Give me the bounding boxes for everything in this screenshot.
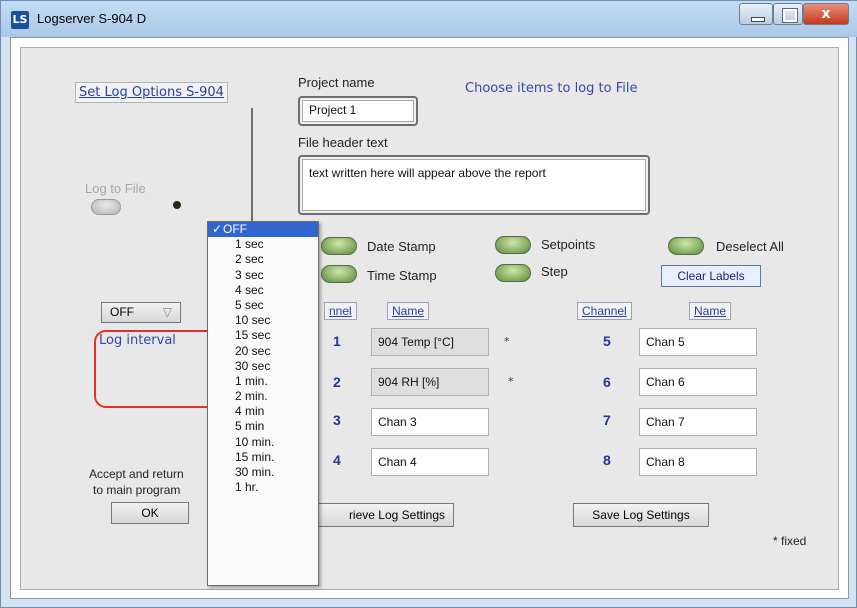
app-icon: LS: [11, 11, 29, 29]
channel-number: 5: [603, 333, 611, 349]
name-header-left: Name: [387, 302, 430, 320]
dropdown-option[interactable]: 15 min.: [208, 450, 318, 465]
project-name-frame: Project 1: [298, 96, 418, 126]
accept-text-line2: to main program: [93, 483, 181, 497]
log-interval-value: OFF: [110, 305, 134, 319]
project-name-input[interactable]: Project 1: [302, 100, 414, 122]
step-toggle[interactable]: [495, 264, 531, 282]
options-area: Set Log Options S-904 Log to File OFF ▽ …: [20, 47, 839, 590]
ok-button[interactable]: OK: [111, 502, 189, 524]
channel-name-field[interactable]: Chan 7: [639, 408, 757, 436]
setpoints-toggle[interactable]: [495, 236, 531, 254]
main-panel: Set Log Options S-904 Log to File OFF ▽ …: [10, 37, 849, 599]
retrieve-log-settings-button[interactable]: rieve Log Settings: [304, 503, 454, 527]
deselect-all-toggle[interactable]: [668, 237, 704, 255]
minimize-button[interactable]: [739, 3, 773, 25]
log-interval-label: Log interval: [99, 333, 176, 348]
date-stamp-toggle[interactable]: [321, 237, 357, 255]
dropdown-option[interactable]: 2 min.: [208, 389, 318, 404]
file-header-frame: text written here will appear above the …: [298, 155, 650, 215]
save-log-settings-button[interactable]: Save Log Settings: [573, 503, 709, 527]
name-header-right: Name: [689, 302, 732, 320]
dropdown-option[interactable]: 5 min: [208, 419, 318, 434]
window-title: Logserver S-904 D: [37, 11, 147, 26]
maximize-icon: [782, 8, 798, 23]
dropdown-option[interactable]: 15 sec: [208, 328, 318, 343]
file-header-label: File header text: [298, 135, 388, 150]
dropdown-option[interactable]: 20 sec: [208, 344, 318, 359]
maximize-button[interactable]: [773, 3, 803, 25]
channel-number: 1: [333, 333, 341, 349]
channel-number: 7: [603, 412, 611, 428]
fixed-note: * fixed: [773, 534, 807, 548]
dropdown-option[interactable]: 3 sec: [208, 268, 318, 283]
dropdown-option[interactable]: 30 sec: [208, 359, 318, 374]
clear-labels-button[interactable]: Clear Labels: [661, 265, 761, 287]
project-name-label: Project name: [298, 75, 375, 90]
channel-name-field[interactable]: Chan 8: [639, 448, 757, 476]
channel-number: 2: [333, 374, 341, 390]
accept-text-line1: Accept and return: [89, 467, 184, 481]
setpoints-label: Setpoints: [541, 237, 596, 252]
step-label: Step: [541, 264, 568, 279]
channel-number: 3: [333, 412, 341, 428]
channel-header-left: nnel: [324, 302, 357, 320]
channel-number: 4: [333, 452, 341, 468]
app-window: LS Logserver S-904 D x Set Log Options S…: [0, 0, 857, 608]
dropdown-option[interactable]: 1 sec: [208, 237, 318, 252]
log-interval-dropdown[interactable]: ✓OFF 1 sec 2 sec 3 sec 4 sec 5 sec 10 se…: [207, 221, 319, 586]
channel-header-right: Channel: [577, 302, 632, 320]
file-header-input[interactable]: text written here will appear above the …: [302, 159, 646, 211]
time-stamp-label: Time Stamp: [367, 268, 437, 283]
log-to-file-led: [173, 201, 181, 209]
channel-name-field[interactable]: Chan 4: [371, 448, 489, 476]
dropdown-option[interactable]: 4 min: [208, 404, 318, 419]
channel-name-field[interactable]: 904 Temp [°C]: [371, 328, 489, 356]
close-icon: x: [821, 6, 831, 22]
channel-number: 6: [603, 374, 611, 390]
close-button[interactable]: x: [803, 3, 849, 25]
dropdown-option[interactable]: 10 sec: [208, 313, 318, 328]
check-icon: ✓: [212, 222, 223, 236]
fixed-marker: *: [504, 335, 510, 348]
channel-name-field[interactable]: Chan 3: [371, 408, 489, 436]
channel-number: 8: [603, 452, 611, 468]
deselect-all-label: Deselect All: [716, 239, 784, 254]
log-interval-select[interactable]: OFF ▽: [101, 302, 181, 323]
choose-items-label: Choose items to log to File: [465, 81, 638, 96]
dropdown-option[interactable]: 4 sec: [208, 283, 318, 298]
dropdown-option[interactable]: 10 min.: [208, 435, 318, 450]
dropdown-option[interactable]: 1 min.: [208, 374, 318, 389]
channel-name-field[interactable]: Chan 6: [639, 368, 757, 396]
dropdown-option[interactable]: 2 sec: [208, 252, 318, 267]
channel-name-field[interactable]: 904 RH [%]: [371, 368, 489, 396]
dropdown-option[interactable]: 1 hr.: [208, 480, 318, 495]
dropdown-option[interactable]: 5 sec: [208, 298, 318, 313]
minimize-icon: [751, 17, 765, 22]
date-stamp-label: Date Stamp: [367, 239, 436, 254]
dropdown-option[interactable]: ✓OFF: [208, 222, 318, 238]
set-log-options-link[interactable]: Set Log Options S-904: [75, 82, 228, 103]
channel-name-field[interactable]: Chan 5: [639, 328, 757, 356]
fixed-marker: *: [508, 375, 514, 388]
chevron-down-icon: ▽: [162, 305, 172, 319]
log-to-file-toggle[interactable]: [91, 199, 121, 215]
log-to-file-label: Log to File: [85, 181, 146, 196]
dropdown-option[interactable]: 30 min.: [208, 465, 318, 480]
time-stamp-toggle[interactable]: [321, 265, 357, 283]
title-bar[interactable]: LS Logserver S-904 D x: [1, 1, 857, 37]
